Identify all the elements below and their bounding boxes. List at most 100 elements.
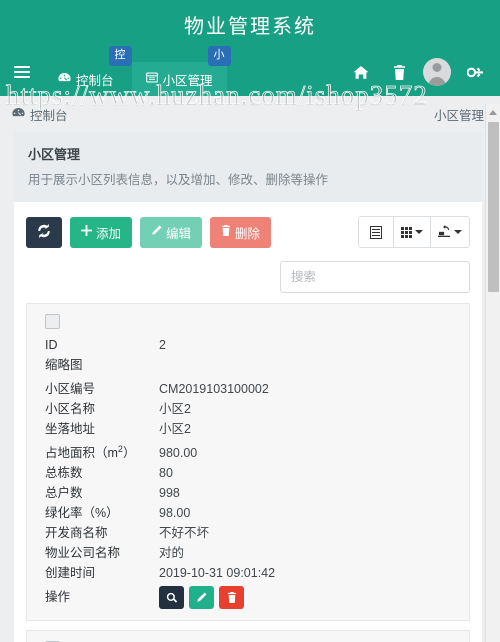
chevron-up-icon bbox=[489, 109, 497, 115]
grid-icon bbox=[401, 226, 412, 238]
edit-button[interactable] bbox=[189, 586, 214, 610]
field-value-developer: 不好不坏 bbox=[159, 526, 210, 541]
operation-buttons bbox=[159, 584, 244, 610]
menu-toggle-button[interactable] bbox=[0, 48, 44, 96]
toolbar: 添加 编辑 删除 bbox=[26, 216, 470, 248]
list-item[interactable]: ID 2 缩略图 小区编号 CM2019103100002 小区名称 小区2 坐… bbox=[26, 303, 470, 622]
table-row: 开发商名称 不好不坏 bbox=[37, 523, 459, 543]
search-row bbox=[26, 248, 470, 303]
content-area: 小区管理 用于展示小区列表信息，以及增加、修改、删除等操作 添加 编辑 删除 搜… bbox=[0, 132, 500, 642]
edit-button-label: 编辑 bbox=[166, 226, 192, 241]
chevron-down-icon bbox=[454, 230, 462, 234]
field-label-area: 占地面积（m2） bbox=[45, 444, 136, 461]
edit-button[interactable]: 编辑 bbox=[140, 216, 203, 248]
table-row: 绿化率（%） 98.00 bbox=[37, 503, 459, 523]
field-label-created: 创建时间 bbox=[45, 566, 96, 581]
app-title: 物业管理系统 bbox=[184, 15, 316, 38]
nav-bar: 控 控制台 小 小区管理 bbox=[0, 46, 500, 96]
dashboard-icon bbox=[58, 72, 71, 86]
avatar-body bbox=[428, 77, 446, 86]
panel-header: 小区管理 用于展示小区列表信息，以及增加、修改、删除等操作 bbox=[14, 132, 482, 202]
app-root: 物业管理系统 控 控制台 小 小区管理 控制台 小区管理 小区管理 用于展示小区… bbox=[0, 0, 500, 642]
hamburger-icon bbox=[14, 63, 30, 81]
breadcrumb-home[interactable]: 控制台 bbox=[12, 105, 68, 124]
field-value-buildings: 80 bbox=[159, 466, 173, 481]
tab-dashboard-label: 控制台 bbox=[76, 73, 114, 88]
field-value-created: 2019-10-31 09:01:42 bbox=[159, 566, 276, 581]
field-value-green-rate: 98.00 bbox=[159, 506, 191, 521]
delete-button-label: 删除 bbox=[235, 226, 261, 241]
avatar-head bbox=[432, 63, 442, 72]
table-row: 占地面积（m2） 980.00 bbox=[37, 439, 459, 463]
delete-button[interactable] bbox=[219, 586, 244, 610]
breadcrumb-current: 小区管理 bbox=[433, 108, 484, 123]
field-value-area: 980.00 bbox=[159, 446, 198, 461]
scroll-up-button[interactable] bbox=[486, 104, 500, 120]
dashboard-icon bbox=[12, 107, 25, 121]
table-row: 小区编号 CM2019103100002 bbox=[37, 379, 459, 399]
tab-dashboard[interactable]: 控 控制台 bbox=[44, 46, 132, 96]
field-label-id: ID bbox=[45, 338, 58, 352]
table-row: 总栋数 80 bbox=[37, 463, 459, 483]
nav-right bbox=[344, 48, 500, 96]
panel-body: 添加 编辑 删除 搜索 ID 2 缩略图 小区编号 CM201910310000… bbox=[14, 202, 482, 642]
field-label-address: 坐落地址 bbox=[45, 422, 96, 436]
home-icon[interactable] bbox=[344, 55, 378, 89]
tab-community-label: 小区管理 bbox=[162, 73, 213, 88]
grid-toggle-button[interactable] bbox=[394, 217, 431, 247]
tab-dashboard-badge: 控 bbox=[108, 46, 132, 66]
field-label-company: 物业公司名称 bbox=[45, 546, 121, 561]
view-button-group bbox=[358, 216, 470, 248]
field-label-code: 小区编号 bbox=[45, 382, 96, 396]
table-row: 物业公司名称 对的 bbox=[37, 543, 459, 563]
chevron-down-icon bbox=[415, 230, 423, 234]
add-button-label: 添加 bbox=[96, 226, 122, 241]
field-value-address: 小区2 bbox=[159, 422, 191, 436]
refresh-button[interactable] bbox=[26, 216, 62, 248]
export-toggle-button[interactable] bbox=[431, 217, 469, 247]
table-row-operations: 操作 bbox=[37, 583, 459, 610]
field-label-green-rate: 绿化率（%） bbox=[45, 506, 119, 521]
table-row: 创建时间 2019-10-31 09:01:42 bbox=[37, 563, 459, 583]
plus-icon bbox=[81, 225, 92, 239]
vertical-scrollbar[interactable] bbox=[485, 104, 500, 642]
table-row: 总户数 998 bbox=[37, 483, 459, 503]
settings-icon[interactable] bbox=[458, 55, 492, 89]
field-label-name: 小区名称 bbox=[45, 402, 96, 416]
avatar[interactable] bbox=[423, 58, 451, 86]
view-button[interactable] bbox=[159, 586, 184, 610]
field-value-households: 998 bbox=[159, 486, 180, 501]
field-label-thumb: 缩略图 bbox=[45, 358, 83, 372]
brand-bar: 物业管理系统 bbox=[0, 0, 500, 48]
trash-icon bbox=[221, 225, 231, 239]
row-checkbox[interactable] bbox=[45, 314, 60, 329]
page-title: 小区管理 bbox=[28, 147, 81, 162]
table-row: 缩略图 bbox=[37, 355, 459, 379]
table-row: 坐落地址 小区2 bbox=[37, 419, 459, 439]
page-subtitle: 用于展示小区列表信息，以及增加、修改、删除等操作 bbox=[28, 173, 329, 187]
refresh-icon bbox=[37, 223, 51, 241]
pencil-icon bbox=[151, 225, 162, 239]
add-button[interactable]: 添加 bbox=[70, 216, 133, 248]
delete-button[interactable]: 删除 bbox=[210, 216, 272, 248]
field-label-households: 总户数 bbox=[45, 486, 83, 501]
nav-left: 控 控制台 小 小区管理 bbox=[0, 46, 231, 96]
breadcrumb-home-label: 控制台 bbox=[30, 108, 68, 123]
search-input[interactable] bbox=[280, 261, 470, 293]
field-label-ops: 操作 bbox=[45, 589, 71, 604]
field-label-developer: 开发商名称 bbox=[45, 526, 108, 541]
list-columns-icon bbox=[370, 225, 382, 239]
trash-icon[interactable] bbox=[382, 55, 416, 89]
field-label-buildings: 总栋数 bbox=[45, 466, 83, 481]
panel: 小区管理 用于展示小区列表信息，以及增加、修改、删除等操作 添加 编辑 删除 搜… bbox=[14, 132, 482, 642]
tab-community-badge: 小 bbox=[207, 46, 231, 66]
list-item[interactable]: ID 1 bbox=[26, 630, 470, 642]
columns-toggle-button[interactable] bbox=[359, 217, 394, 247]
field-value-id: 2 bbox=[159, 338, 166, 352]
scrollbar-thumb[interactable] bbox=[488, 122, 499, 292]
export-icon bbox=[438, 224, 451, 240]
tab-community-management[interactable]: 小 小区管理 bbox=[131, 46, 231, 96]
table-row: ID 2 bbox=[37, 335, 459, 355]
field-value-code: CM2019103100002 bbox=[159, 382, 269, 396]
window-icon bbox=[145, 72, 158, 86]
